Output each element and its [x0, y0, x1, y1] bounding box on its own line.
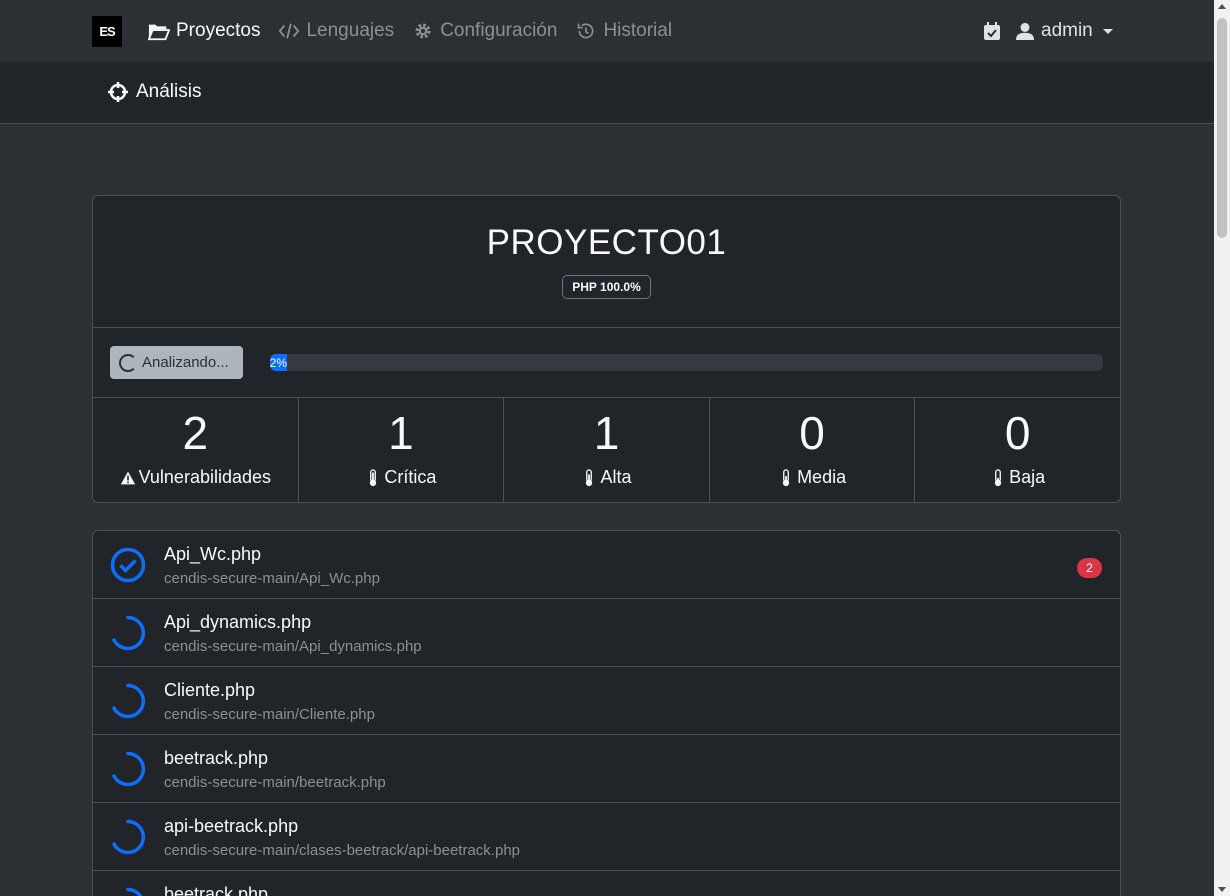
- stat-vulnerabilidades: 2 Vulnerabilidades: [93, 398, 299, 502]
- file-name: Cliente.php: [164, 680, 256, 700]
- file-list: Api_Wc.php cendis-secure-main/Api_Wc.php…: [92, 530, 1121, 896]
- analyze-button-label: Analizando...: [142, 354, 229, 371]
- spinner-icon: [112, 751, 146, 787]
- nav-label: Configuración: [440, 20, 558, 41]
- stat-label-text: Crítica: [384, 467, 437, 487]
- file-path: cendis-secure-main/beetrack.php: [164, 774, 386, 791]
- nav-label: Proyectos: [176, 20, 261, 41]
- check-circle-icon: [110, 547, 146, 583]
- brand-logo[interactable]: ES: [92, 16, 122, 47]
- user-icon: [1016, 22, 1034, 40]
- project-title: PROYECTO01: [486, 223, 727, 262]
- stat-media: 0 Media: [710, 398, 916, 502]
- gear-icon: [415, 23, 431, 39]
- language-badge: PHP 100.0%: [562, 275, 651, 299]
- stat-label-text: Alta: [600, 467, 632, 487]
- list-item[interactable]: Api_Wc.php cendis-secure-main/Api_Wc.php…: [93, 531, 1120, 599]
- list-item[interactable]: beetrack.php cendis-secure-main/beetrack…: [93, 735, 1120, 803]
- vulnerability-stats: 2 Vulnerabilidades 1 Crítica 1 Alta 0 Me…: [93, 398, 1120, 502]
- vulnerability-count-badge: 2: [1077, 558, 1102, 578]
- file-name: api-beetrack.php: [164, 816, 299, 836]
- list-item[interactable]: beetrack.php: [93, 871, 1120, 896]
- file-path: cendis-secure-main/Api_Wc.php: [164, 570, 380, 587]
- analyze-button[interactable]: Analizando...: [110, 346, 243, 379]
- crosshairs-icon: [108, 82, 128, 102]
- spinner-icon: [112, 615, 146, 651]
- list-item[interactable]: api-beetrack.php cendis-secure-main/clas…: [93, 803, 1120, 871]
- code-icon: [279, 23, 300, 39]
- file-path: cendis-secure-main/clases-beetrack/api-b…: [164, 842, 521, 859]
- stat-label-text: Vulnerabilidades: [138, 467, 272, 487]
- file-name: Api_dynamics.php: [164, 612, 312, 632]
- stat-alta: 1 Alta: [504, 398, 710, 502]
- stat-value: 0: [1004, 407, 1031, 459]
- file-path: cendis-secure-main/Api_dynamics.php: [164, 638, 422, 655]
- subnav-label: Análisis: [136, 81, 202, 102]
- main-nav: Proyectos Lenguajes Configuración Histor…: [148, 0, 672, 62]
- thermometer-icon: [995, 468, 1002, 486]
- file-name: beetrack.php: [164, 748, 269, 768]
- thermometer-icon: [370, 468, 377, 486]
- stat-baja: 0 Baja: [915, 398, 1120, 502]
- file-path: cendis-secure-main/Cliente.php: [164, 706, 375, 723]
- stat-label: Alta: [504, 467, 709, 488]
- scroll-up-icon[interactable]: [1218, 4, 1226, 9]
- top-navbar: ES Proyectos Lenguajes Configuración His…: [0, 0, 1214, 62]
- nav-right: admin: [982, 0, 1113, 62]
- list-item[interactable]: Api_dynamics.php cendis-secure-main/Api_…: [93, 599, 1120, 667]
- stat-value: 1: [388, 407, 414, 459]
- nav-item-proyectos[interactable]: Proyectos: [148, 20, 260, 42]
- stat-label: Vulnerabilidades: [93, 467, 298, 488]
- spinner-icon: [112, 819, 146, 855]
- stat-value: 1: [593, 407, 620, 459]
- spinner-icon: [119, 353, 137, 372]
- scroll-down-icon[interactable]: [1218, 887, 1226, 892]
- stat-label-text: Media: [797, 467, 847, 487]
- file-name: Api_Wc.php: [164, 544, 262, 564]
- user-menu-dropdown[interactable]: admin: [1016, 20, 1113, 42]
- nav-item-historial[interactable]: Historial: [575, 20, 672, 42]
- subnav-item-analisis[interactable]: Análisis: [108, 81, 201, 103]
- spinner-icon: [112, 683, 146, 719]
- nav-label: Lenguajes: [306, 20, 395, 41]
- stat-label: Baja: [915, 467, 1120, 488]
- project-summary-card: PROYECTO01 PHP 100.0% Analizando... 2% 2…: [92, 195, 1121, 503]
- list-item[interactable]: Cliente.php cendis-secure-main/Cliente.p…: [93, 667, 1120, 735]
- file-name: beetrack.php: [164, 884, 269, 896]
- calendar-check-icon[interactable]: [982, 21, 1002, 41]
- analysis-progress-row: Analizando... 2%: [93, 328, 1120, 398]
- page-scrollbar[interactable]: [1214, 0, 1230, 896]
- stat-label: Media: [710, 467, 915, 488]
- thermometer-icon: [586, 468, 593, 486]
- history-icon: [578, 23, 594, 39]
- chevron-down-icon: [1102, 28, 1113, 34]
- thermometer-icon: [782, 468, 790, 486]
- scrollbar-thumb[interactable]: [1217, 18, 1227, 238]
- stat-label-text: Baja: [1009, 467, 1046, 487]
- stat-value: 0: [799, 407, 825, 459]
- spinner-icon: [126, 887, 143, 896]
- user-name: admin: [1041, 20, 1093, 41]
- progress-bar: 2%: [270, 354, 287, 371]
- nav-item-configuracion[interactable]: Configuración: [412, 20, 557, 42]
- warning-icon: [120, 471, 135, 484]
- nav-label: Historial: [603, 20, 673, 41]
- folder-open-icon: [148, 24, 170, 41]
- nav-item-lenguajes[interactable]: Lenguajes: [278, 20, 394, 42]
- stat-label: Crítica: [299, 467, 504, 488]
- sub-navbar: Análisis: [0, 62, 1214, 124]
- stat-critica: 1 Crítica: [299, 398, 505, 502]
- progress-track: 2%: [270, 354, 1103, 371]
- project-header: PROYECTO01 PHP 100.0%: [93, 196, 1120, 328]
- stat-value: 2: [182, 407, 209, 459]
